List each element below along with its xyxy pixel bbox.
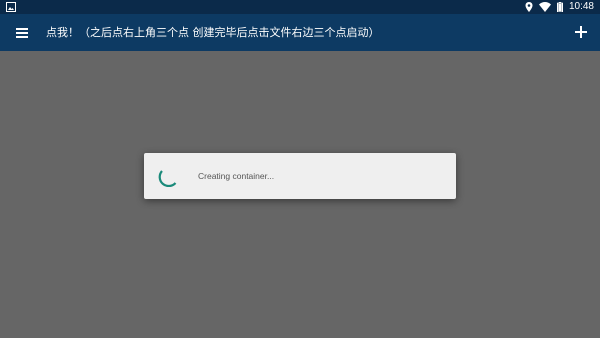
status-bar: 10:48 [0,0,600,14]
app-toolbar: 点我！（之后点右上角三个点 创建完毕后点击文件右边三个点启动） [0,14,600,51]
progress-dialog: Creating container... [144,153,456,199]
wifi-icon [538,2,551,12]
loading-spinner-icon [158,170,177,187]
menu-icon[interactable] [14,24,32,42]
add-icon[interactable] [574,25,588,39]
battery-icon [556,2,563,12]
location-icon [525,2,533,12]
status-icons: 10:48 [525,0,594,14]
toolbar-title[interactable]: 点我！（之后点右上角三个点 创建完毕后点击文件右边三个点启动） [46,14,380,51]
image-notification-icon [6,2,16,12]
dialog-message: Creating container... [198,171,275,181]
status-time: 10:48 [568,1,594,12]
